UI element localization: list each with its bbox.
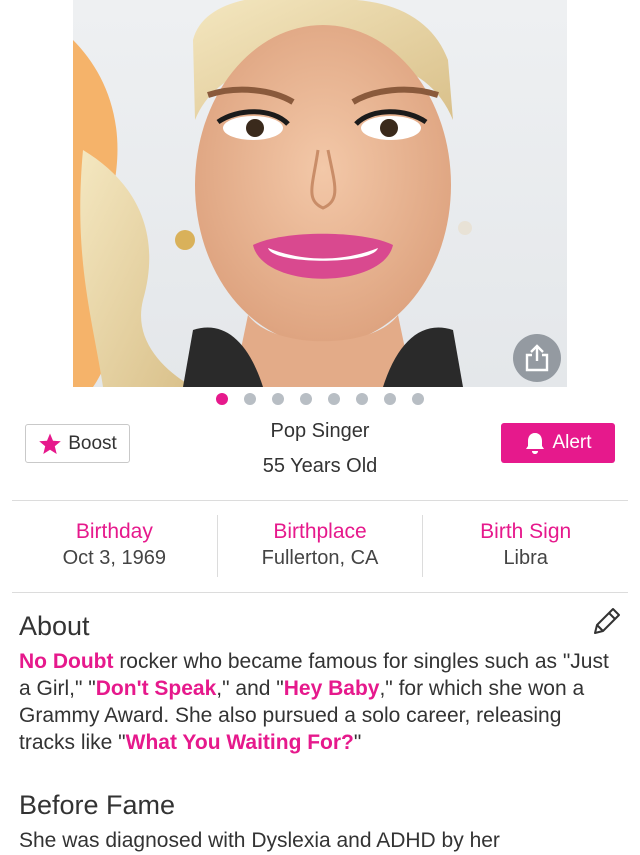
carousel-dots — [0, 393, 640, 407]
fact-birthplace: Birthplace Fullerton, CA — [216, 515, 423, 577]
share-icon — [525, 344, 549, 372]
carousel-dot[interactable] — [384, 393, 396, 405]
fact-value: Fullerton, CA — [261, 547, 379, 569]
carousel-dot[interactable] — [244, 393, 256, 405]
about-link[interactable]: What You Waiting For? — [126, 731, 354, 754]
carousel-dot[interactable] — [356, 393, 368, 405]
fact-value: Libra — [503, 547, 548, 569]
about-link[interactable]: Don't Speak — [96, 677, 217, 700]
carousel-dot[interactable] — [216, 393, 228, 405]
alert-button[interactable]: Alert — [501, 423, 615, 463]
carousel-dot[interactable] — [412, 393, 424, 405]
fact-birthday: Birthday Oct 3, 1969 — [12, 515, 217, 577]
alert-label: Alert — [552, 432, 592, 453]
profile-photo — [73, 0, 567, 387]
carousel-dot[interactable] — [300, 393, 312, 405]
divider — [12, 592, 628, 593]
photo-carousel[interactable] — [0, 0, 640, 388]
edit-button[interactable] — [590, 604, 624, 638]
fact-label: Birthday — [75, 520, 153, 543]
bell-icon — [526, 433, 545, 454]
share-button[interactable] — [513, 334, 561, 382]
facts-row: Birthday Oct 3, 1969 Birthplace Fullerto… — [12, 515, 628, 577]
fact-label: Birthplace — [273, 520, 367, 543]
before-fame-text: She was diagnosed with Dyslexia and ADHD… — [19, 829, 500, 852]
fact-label: Birth Sign — [480, 520, 572, 543]
pencil-icon — [594, 608, 620, 634]
age: 55 Years Old — [262, 455, 378, 477]
boost-label: Boost — [68, 432, 117, 454]
carousel-dot[interactable] — [272, 393, 284, 405]
about-text-segment: " — [353, 731, 362, 754]
before-fame-title: Before Fame — [19, 790, 176, 820]
carousel-dot[interactable] — [328, 393, 340, 405]
about-text-segment: ," and " — [216, 677, 284, 700]
about-title: About — [19, 611, 90, 641]
fact-birth-sign: Birth Sign Libra — [422, 515, 628, 577]
about-link[interactable]: Hey Baby — [284, 677, 380, 700]
boost-button[interactable]: Boost — [25, 424, 130, 463]
fact-value: Oct 3, 1969 — [62, 547, 167, 569]
occupation: Pop Singer — [270, 420, 370, 442]
about-link[interactable]: No Doubt — [19, 650, 113, 673]
about-text: No Doubt rocker who became famous for si… — [19, 648, 619, 756]
star-icon — [39, 433, 62, 454]
divider — [12, 500, 628, 501]
